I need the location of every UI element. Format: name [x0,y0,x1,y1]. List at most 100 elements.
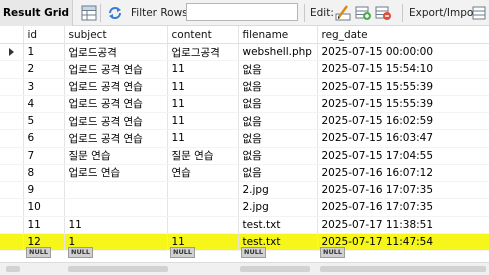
cell-subject[interactable]: 업로드 공격 연습 [64,112,168,131]
column-header-reg-date[interactable]: reg_date [317,26,489,44]
cell-filename[interactable]: 없음 [238,95,318,114]
cell-id[interactable]: 6 [23,129,65,148]
cell-reg-date[interactable]: 2025-07-15 15:55:39 [317,78,489,96]
cell-subject[interactable]: 업로드 연습 [64,164,168,183]
cell-filename[interactable]: test.txt [238,216,318,234]
table-row[interactable]: 3 업로드 공격 연습 11 없음 2025-07-15 15:55:39 [0,78,489,96]
cell-content[interactable]: 연습 [167,164,239,183]
cell-subject[interactable]: 업로드 공격 연습 [64,60,168,79]
row-selector[interactable] [0,164,24,183]
scroll-thumb-c[interactable] [240,266,310,272]
row-selector[interactable] [0,147,24,165]
cell-filename[interactable]: 없음 [238,129,318,148]
cell-filename[interactable]: 2.jpg [238,181,318,200]
cell-reg-date[interactable]: 2025-07-16 17:07:35 [317,198,489,217]
table-row[interactable]: 6 업로드 공격 연습 11 없음 2025-07-15 16:03:47 [0,129,489,148]
cell-reg-date[interactable]: 2025-07-15 16:03:47 [317,129,489,148]
cell-content[interactable]: 업로그공격 [167,43,239,62]
row-selector[interactable] [0,60,24,79]
cell-subject[interactable] [64,181,168,200]
cell-id[interactable]: 8 [23,164,65,183]
result-toolbar: Result Grid Filter Rows: Edit: Export/Im… [0,0,489,26]
cell-content[interactable] [167,216,239,234]
cell-filename[interactable]: 없음 [238,112,318,131]
cell-id[interactable]: 1 [23,43,65,62]
filter-rows-input[interactable] [186,3,298,21]
cell-id[interactable]: 3 [23,78,65,96]
add-row-icon[interactable] [354,4,372,22]
cell-reg-date[interactable]: 2025-07-17 11:38:51 [317,216,489,234]
edit-label: Edit: [310,7,334,19]
cell-reg-date[interactable]: 2025-07-16 16:07:12 [317,164,489,183]
null-badge-filename: NULL [241,247,267,258]
result-grid-tab[interactable]: Result Grid [0,0,73,26]
cell-content[interactable]: 11 [167,129,239,148]
cell-content[interactable]: 질문 연습 [167,147,239,165]
table-row[interactable]: 7 질문 연습 질문 연습 없음 2025-07-15 17:04:55 [0,147,489,165]
table-row[interactable]: 8 업로드 연습 연습 없음 2025-07-16 16:07:12 [0,164,489,183]
row-selector[interactable] [0,198,24,217]
cell-filename[interactable]: 2.jpg [238,198,318,217]
cell-reg-date[interactable]: 2025-07-15 17:04:55 [317,147,489,165]
export-icon[interactable] [472,4,488,22]
cell-filename[interactable]: 없음 [238,147,318,165]
row-selector[interactable] [0,129,24,148]
table-row[interactable]: 2 업로드 공격 연습 11 없음 2025-07-15 15:54:10 [0,60,489,79]
row-selector[interactable] [0,112,24,131]
table-row[interactable]: 9 2.jpg 2025-07-16 17:07:35 [0,181,489,200]
table-row[interactable]: 10 2.jpg 2025-07-16 17:07:35 [0,198,489,217]
cell-id[interactable]: 4 [23,95,65,114]
column-header-id[interactable]: id [23,26,65,44]
cell-content[interactable]: 11 [167,60,239,79]
column-header-subject[interactable]: subject [64,26,168,44]
cell-filename[interactable]: 없음 [238,60,318,79]
cell-filename[interactable]: 없음 [238,164,318,183]
cell-subject[interactable]: 업로드공격 [64,43,168,62]
cell-subject[interactable]: 11 [64,216,168,234]
refresh-icon[interactable] [106,4,124,22]
cell-id[interactable]: 7 [23,147,65,165]
cell-filename[interactable]: webshell.php [238,43,318,62]
table-row[interactable]: 5 업로드 공격 연습 11 없음 2025-07-15 16:02:59 [0,112,489,131]
column-header-content[interactable]: content [167,26,239,44]
row-selector[interactable] [0,181,24,200]
cell-content[interactable]: 11 [167,78,239,96]
cell-id[interactable]: 2 [23,60,65,79]
cell-subject[interactable]: 질문 연습 [64,147,168,165]
cell-reg-date[interactable]: 2025-07-15 00:00:00 [317,43,489,62]
cell-content[interactable]: 11 [167,112,239,131]
filter-rows-label: Filter Rows: [131,7,192,19]
row-selector[interactable] [0,43,24,62]
delete-row-icon[interactable] [374,4,392,22]
scroll-thumb-d[interactable] [320,266,486,272]
horizontal-scrollbar[interactable] [0,262,489,275]
cell-subject[interactable]: 업로드 공격 연습 [64,129,168,148]
scroll-thumb-b[interactable] [68,266,168,272]
scroll-thumb-a[interactable] [6,266,20,272]
cell-content[interactable] [167,198,239,217]
cell-reg-date[interactable]: 2025-07-15 15:55:39 [317,95,489,114]
cell-reg-date[interactable]: 2025-07-16 17:07:35 [317,181,489,200]
cell-content[interactable]: 11 [167,95,239,114]
cell-id[interactable]: 10 [23,198,65,217]
cell-subject[interactable]: 업로드 공격 연습 [64,78,168,96]
row-selector[interactable] [0,95,24,114]
cell-id[interactable]: 9 [23,181,65,200]
table-row[interactable]: 1 업로드공격 업로그공격 webshell.php 2025-07-15 00… [0,43,489,62]
grid-view-icon[interactable] [80,4,98,22]
table-row[interactable]: 4 업로드 공격 연습 11 없음 2025-07-15 15:55:39 [0,95,489,114]
cell-subject[interactable]: 업로드 공격 연습 [64,95,168,114]
cell-reg-date[interactable]: 2025-07-15 15:54:10 [317,60,489,79]
cell-id[interactable]: 5 [23,112,65,131]
cell-id[interactable]: 11 [23,216,65,234]
cell-subject[interactable] [64,198,168,217]
table-row[interactable]: 11 11 test.txt 2025-07-17 11:38:51 [0,216,489,234]
cell-content[interactable] [167,181,239,200]
new-row-placeholder[interactable]: NULL NULL NULL NULL NULL [0,245,489,259]
column-header-filename[interactable]: filename [238,26,318,44]
row-selector[interactable] [0,216,24,234]
cell-filename[interactable]: 없음 [238,78,318,96]
row-selector[interactable] [0,78,24,96]
cell-reg-date[interactable]: 2025-07-15 16:02:59 [317,112,489,131]
edit-row-icon[interactable] [334,4,352,22]
